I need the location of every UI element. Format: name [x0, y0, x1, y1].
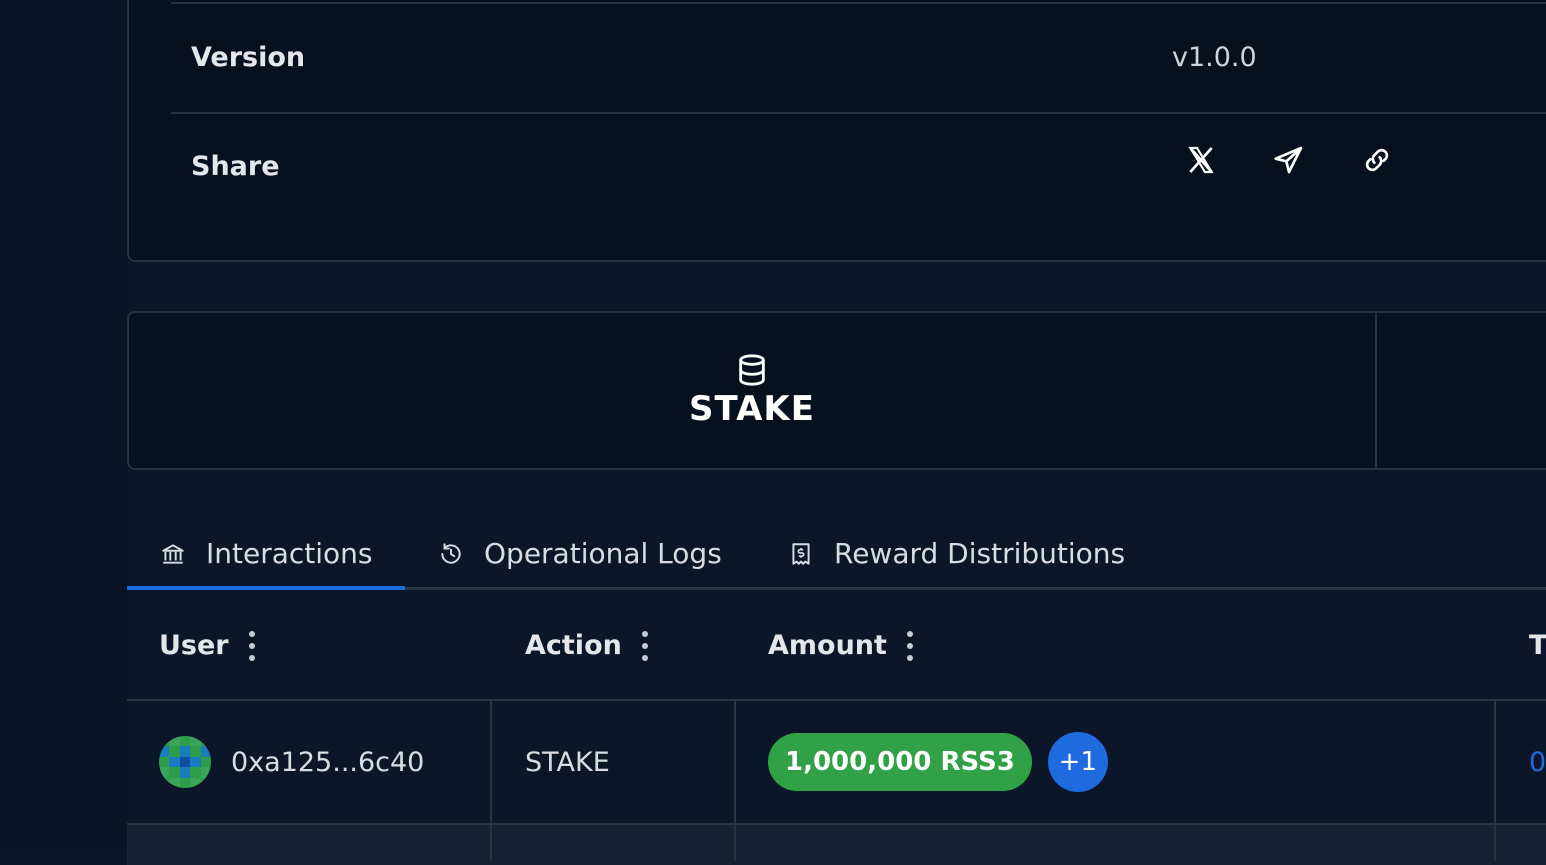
info-card: Version v1.0.0 Share: [127, 0, 1546, 262]
receipt-icon: [792, 542, 810, 565]
tab-interactions[interactable]: Interactions: [160, 520, 373, 587]
column-header-label: T: [1529, 630, 1546, 661]
divider: [1375, 313, 1377, 468]
action-text: STAKE: [525, 746, 610, 778]
divider: [171, 2, 1546, 4]
version-label: Version: [191, 42, 306, 73]
stake-button[interactable]: STAKE: [129, 313, 1375, 468]
amount-badge: 1,000,000 RSS3: [768, 733, 1032, 791]
column-menu-icon[interactable]: [248, 630, 255, 661]
column-divider: [734, 701, 736, 861]
database-icon: [739, 353, 765, 386]
column-header-amount: Amount: [768, 592, 913, 699]
cell-action: STAKE: [525, 701, 610, 823]
more-amounts-badge[interactable]: +1: [1047, 732, 1108, 792]
column-menu-icon[interactable]: [906, 630, 913, 661]
share-icons: [1169, 128, 1433, 192]
cell-amount: 1,000,000 RSS3 +1: [768, 701, 1108, 823]
tabs: Interactions Operational Logs Reward Dis…: [127, 520, 1546, 590]
cell-user: 0xa125...6c40: [159, 701, 424, 823]
tab-label: Reward Distributions: [834, 537, 1126, 570]
sidebar-edge: [0, 0, 128, 848]
truncated-value: 0: [1529, 746, 1546, 778]
x-icon[interactable]: [1169, 128, 1233, 192]
column-header-label: User: [159, 630, 229, 661]
column-header-action: Action: [525, 592, 648, 699]
column-divider: [1494, 701, 1496, 861]
stake-panel: STAKE: [127, 311, 1546, 470]
version-value: v1.0.0: [1172, 42, 1257, 73]
tab-active-indicator: [127, 586, 405, 590]
tab-label: Operational Logs: [484, 537, 722, 570]
share-label: Share: [191, 151, 280, 182]
cell-truncated[interactable]: 0: [1529, 701, 1546, 823]
history-icon: [441, 542, 461, 564]
tab-operational-logs[interactable]: Operational Logs: [438, 520, 722, 587]
stake-label: STAKE: [689, 388, 815, 429]
column-divider: [490, 701, 492, 861]
column-header-user: User: [159, 592, 255, 699]
bank-icon: [162, 543, 184, 564]
table-header: User Action Amount T: [127, 592, 1546, 701]
tab-reward-distributions[interactable]: Reward Distributions: [788, 520, 1125, 587]
divider: [171, 112, 1546, 114]
column-header-truncated: T: [1529, 592, 1546, 699]
table-row[interactable]: 0xa125...6c40 STAKE 1,000,000 RSS3 +1 0: [127, 701, 1546, 825]
table-row[interactable]: [127, 825, 1546, 865]
link-icon[interactable]: [1345, 128, 1409, 192]
tab-label: Interactions: [206, 537, 373, 570]
column-header-label: Action: [525, 630, 622, 661]
column-menu-icon[interactable]: [641, 630, 648, 661]
column-header-label: Amount: [768, 630, 887, 661]
user-address[interactable]: 0xa125...6c40: [231, 747, 424, 778]
telegram-icon[interactable]: [1257, 128, 1321, 192]
avatar: [159, 736, 211, 788]
